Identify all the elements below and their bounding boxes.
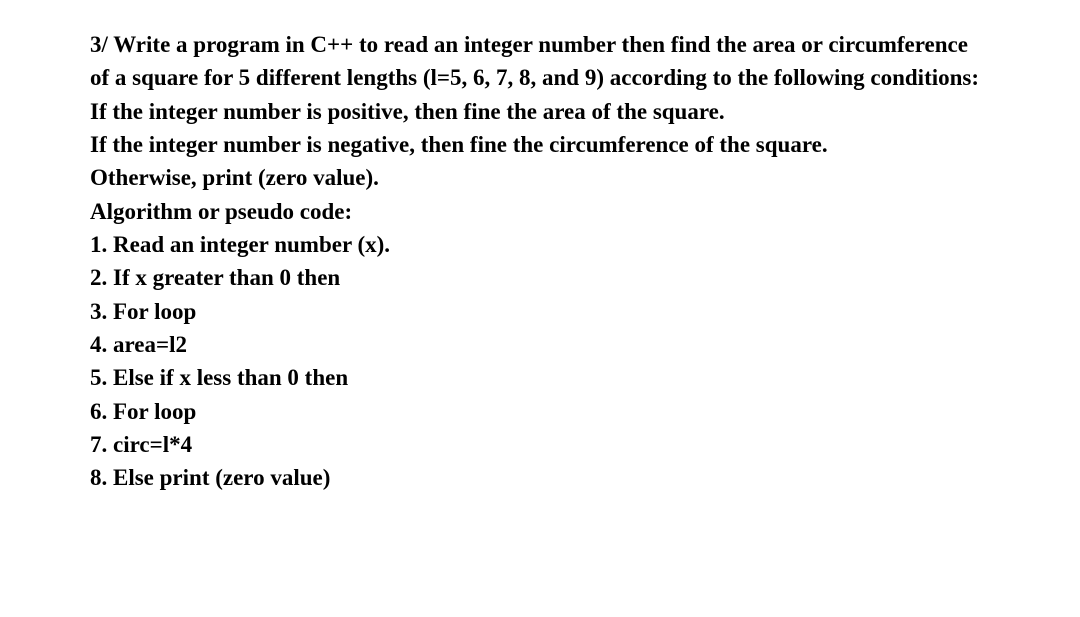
- text-line: 7. circ=l*4: [90, 428, 990, 461]
- text-line: 3/ Write a program in C++ to read an int…: [90, 28, 990, 95]
- text-line: Otherwise, print (zero value).: [90, 161, 990, 194]
- text-line: 6. For loop: [90, 395, 990, 428]
- document-content: 3/ Write a program in C++ to read an int…: [90, 28, 990, 495]
- text-line: 1. Read an integer number (x).: [90, 228, 990, 261]
- text-line: 3. For loop: [90, 295, 990, 328]
- text-line: 4. area=l2: [90, 328, 990, 361]
- text-line: 5. Else if x less than 0 then: [90, 361, 990, 394]
- text-line: If the integer number is negative, then …: [90, 128, 990, 161]
- text-line: Algorithm or pseudo code:: [90, 195, 990, 228]
- text-line: 8. Else print (zero value): [90, 461, 990, 494]
- text-line: 2. If x greater than 0 then: [90, 261, 990, 294]
- text-line: If the integer number is positive, then …: [90, 95, 990, 128]
